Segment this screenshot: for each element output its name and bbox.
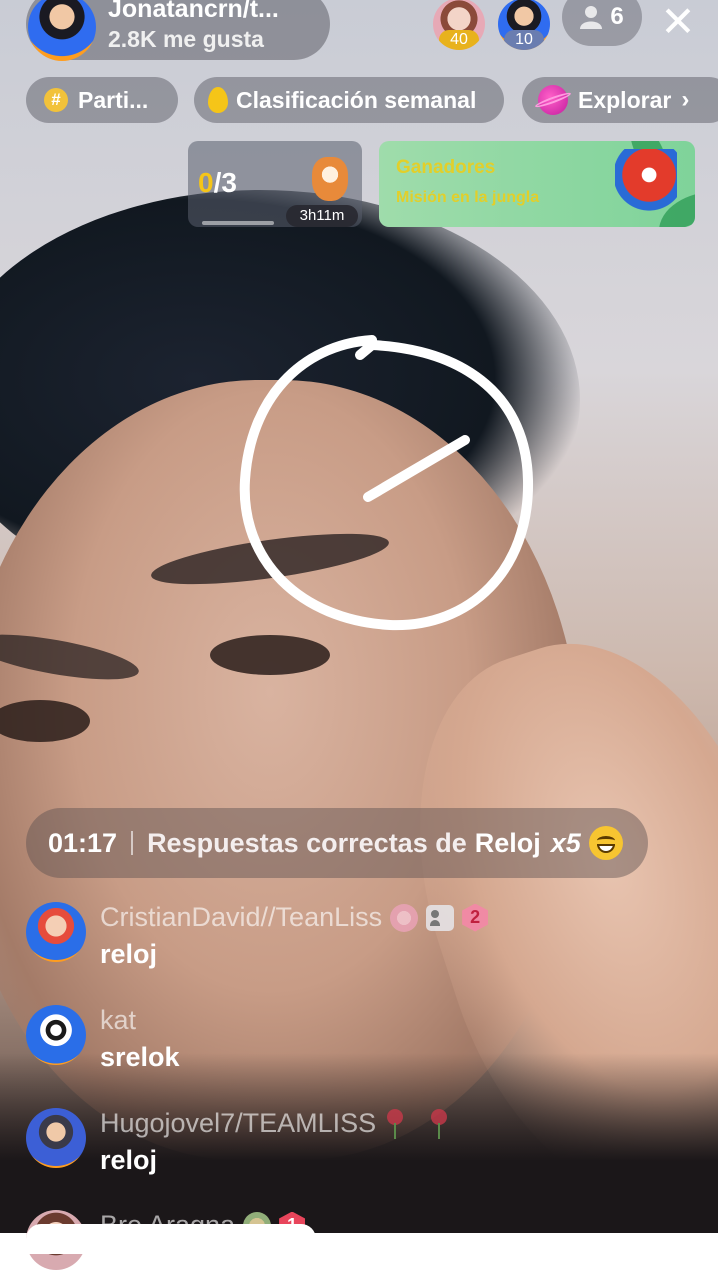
mission-progress-bar	[202, 221, 274, 225]
rank-badge-icon: 2	[462, 903, 489, 932]
weekly-ranking-label: Clasificación semanal	[236, 86, 477, 113]
weekly-ranking-pill[interactable]: Clasificación semanal	[194, 77, 504, 123]
mission-total: /3	[213, 167, 237, 198]
mission-timer: 3h11m	[286, 205, 358, 227]
comment-message: reloj	[100, 1145, 158, 1175]
comment-message: srelok	[100, 1042, 180, 1072]
contact-card-icon	[426, 904, 455, 931]
drop-icon	[208, 87, 228, 113]
comment-username[interactable]: kat	[100, 1005, 136, 1036]
rose-icon	[384, 1108, 406, 1139]
planet-icon	[538, 85, 568, 115]
quiz-banner: 01:17 Respuestas correctas de Reloj x5	[26, 808, 648, 878]
shiba-dog-icon	[312, 157, 348, 201]
hashtag-icon: #	[44, 88, 68, 112]
flower-badge-icon	[390, 903, 419, 932]
like-count: 2.8K me gusta	[108, 26, 264, 53]
comment-username[interactable]: CristianDavid//TeanLiss	[100, 902, 382, 933]
quiz-answer: Reloj	[474, 827, 541, 858]
viewer-badge: 10	[504, 30, 544, 50]
comment-item[interactable]: kat srelok	[26, 1005, 180, 1073]
comment-input-bar[interactable]	[26, 1224, 316, 1254]
mission-count: 0/3	[198, 167, 237, 199]
divider	[131, 831, 134, 855]
comment-item[interactable]: CristianDavid//TeanLiss 2 reloj	[26, 902, 489, 970]
banner-subtitle: Misión en la jungla	[396, 189, 540, 206]
commenter-avatar[interactable]	[26, 1005, 86, 1065]
comment-username[interactable]: Hugojovel7/TEAMLISS	[100, 1108, 376, 1139]
person-icon	[580, 6, 603, 29]
participate-pill[interactable]: # Parti...	[26, 77, 178, 123]
quiz-multiplier: x5	[550, 827, 581, 858]
rose-icon	[428, 1108, 450, 1139]
host-name[interactable]: Jonatancrn/t...	[108, 0, 279, 23]
top-viewer-avatar[interactable]: 40	[433, 0, 485, 50]
commenter-avatar[interactable]	[26, 902, 86, 962]
viewer-count-button[interactable]: 6	[562, 0, 642, 46]
viewer-count-value: 6	[610, 3, 624, 30]
top-viewer-avatar[interactable]: 10	[498, 0, 550, 50]
explore-label: Explorar	[578, 86, 672, 113]
grin-emoji-icon	[588, 826, 623, 860]
banner-title: Ganadores	[396, 157, 496, 178]
chevron-right-icon: ›	[681, 86, 690, 113]
jungle-mission-banner[interactable]: Ganadores Misión en la jungla	[379, 141, 695, 227]
host-profile[interactable]: Jonatancrn/t... 2.8K me gusta	[26, 0, 330, 61]
mission-done: 0	[198, 167, 214, 198]
quiz-timer: 01:17	[48, 827, 118, 858]
comment-item[interactable]: Hugojovel7/TEAMLISS reloj	[26, 1108, 450, 1176]
quiz-text: Respuestas correctas de	[147, 827, 467, 858]
explore-pill[interactable]: Explorar ›	[522, 77, 718, 123]
participate-label: Parti...	[78, 86, 149, 113]
team-avatar-icon[interactable]	[28, 0, 96, 61]
mission-progress-card[interactable]: 0/3 3h11m	[188, 141, 362, 227]
comment-message: reloj	[100, 939, 158, 969]
parrot-icon	[615, 149, 677, 223]
commenter-avatar[interactable]	[26, 1108, 86, 1168]
close-icon[interactable]: ✕	[654, 0, 702, 44]
viewer-badge: 40	[439, 30, 479, 50]
